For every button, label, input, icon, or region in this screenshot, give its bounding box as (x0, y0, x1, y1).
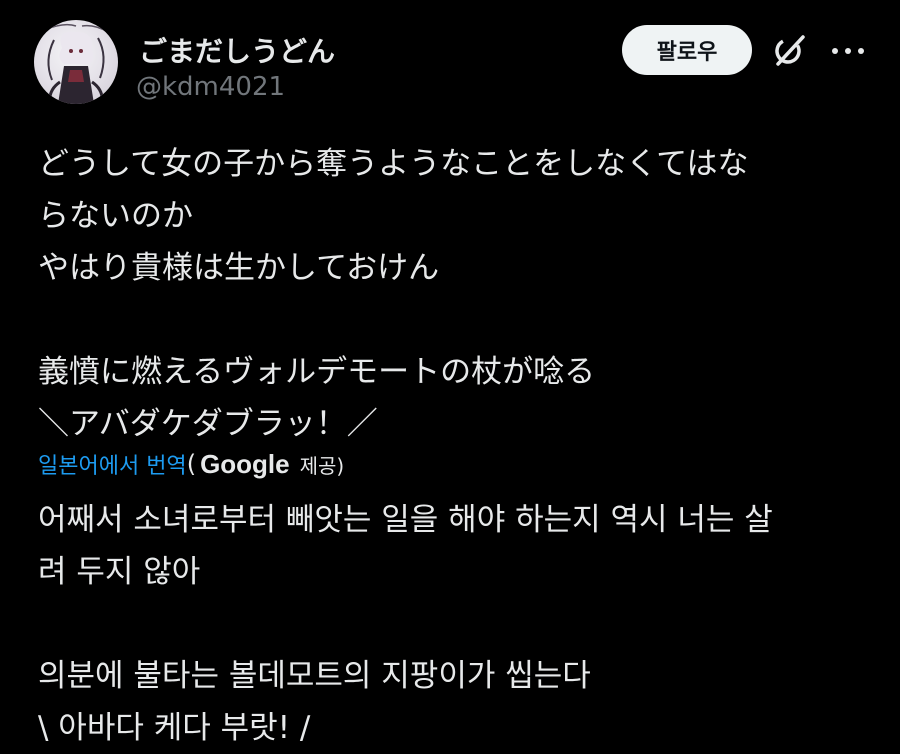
tweet-line: らないのか (38, 198, 193, 234)
translation-attribution: 일본어에서 번역 ( Google 제공) (38, 444, 344, 484)
translated-line: 어째서 소녀로부터 빼앗는 일을 해야 하는지 역시 너는 살 (38, 502, 773, 538)
author-handle[interactable]: @kdm4021 (136, 72, 285, 102)
tweet-line: 義憤に燃えるヴォルデモートの杖が唸る (38, 354, 596, 390)
translated-line: \ 아바다 케다 부랏! / (38, 710, 311, 746)
tweet-line: ＼アバダケダブラッ！／ (38, 406, 378, 442)
tweet-line: どうして女の子から奪うようなことをしなくてはな (38, 146, 749, 182)
translated-text: 어째서 소녀로부터 빼앗는 일을 해야 하는지 역시 너는 살 려 두지 않아 … (38, 494, 868, 754)
translated-line: 려 두지 않아 (38, 554, 201, 590)
avatar[interactable] (34, 20, 118, 104)
translated-line: 의분에 불타는 볼데모트의 지팡이가 씹는다 (38, 658, 591, 694)
translated-line-blank (38, 598, 868, 650)
translation-link[interactable]: 일본어에서 번역 (38, 448, 187, 480)
avatar-image (43, 23, 109, 104)
follow-button[interactable]: 팔로우 (622, 25, 752, 75)
author-display-name[interactable]: ごまだしうどん (139, 30, 335, 70)
tweet-text: どうして女の子から奪うようなことをしなくてはな らないのか やはり貴様は生かして… (38, 138, 868, 450)
tweet-line: やはり貴様は生かしておけん (38, 250, 440, 286)
google-logo: Google (200, 448, 290, 479)
grok-icon[interactable] (772, 33, 808, 69)
tweet-header: ごまだしうどん @kdm4021 팔로우 (34, 20, 866, 112)
provided-label: 제공) (299, 453, 345, 478)
more-icon[interactable] (830, 42, 866, 60)
open-paren: ( (186, 450, 197, 478)
